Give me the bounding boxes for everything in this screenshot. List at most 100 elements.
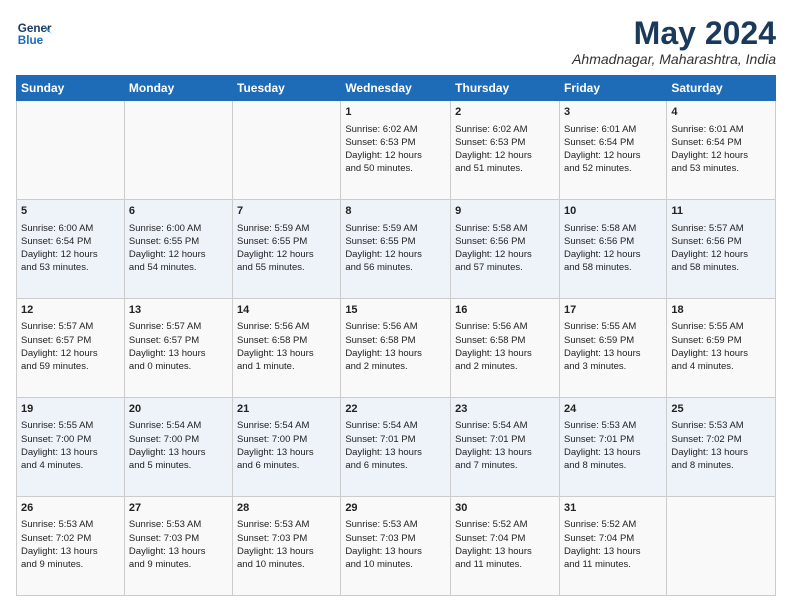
- cell-info: Sunrise: 5:59 AM: [237, 223, 309, 234]
- cell-info: Sunset: 6:55 PM: [237, 236, 307, 247]
- calendar-cell: 4Sunrise: 6:01 AMSunset: 6:54 PMDaylight…: [667, 101, 776, 200]
- calendar-cell: 5Sunrise: 6:00 AMSunset: 6:54 PMDaylight…: [17, 200, 125, 299]
- cell-info: Sunset: 6:54 PM: [564, 137, 634, 148]
- cell-info: Sunset: 6:56 PM: [455, 236, 525, 247]
- day-number: 21: [237, 402, 336, 417]
- cell-info: and 50 minutes.: [345, 163, 413, 174]
- cell-info: Sunrise: 6:01 AM: [671, 124, 743, 135]
- location: Ahmadnagar, Maharashtra, India: [572, 51, 776, 67]
- cell-info: Daylight: 13 hours: [564, 348, 641, 359]
- cell-info: Daylight: 13 hours: [345, 546, 422, 557]
- calendar-week-row: 12Sunrise: 5:57 AMSunset: 6:57 PMDayligh…: [17, 299, 776, 398]
- header: General Blue May 2024 Ahmadnagar, Mahara…: [16, 16, 776, 67]
- logo-icon: General Blue: [16, 16, 52, 52]
- day-number: 28: [237, 501, 336, 516]
- calendar-cell: 7 Sunrise: 5:59 AM Sunset: 6:55 PM Daylight…: [233, 200, 341, 299]
- cell-info: and 51 minutes.: [455, 163, 523, 174]
- calendar-cell: 17Sunrise: 5:55 AMSunset: 6:59 PMDayligh…: [559, 299, 666, 398]
- calendar-cell: [667, 497, 776, 596]
- calendar-cell: 12Sunrise: 5:57 AMSunset: 6:57 PMDayligh…: [17, 299, 125, 398]
- cell-info: Sunrise: 5:55 AM: [564, 321, 636, 332]
- cell-info: Daylight: 13 hours: [671, 447, 748, 458]
- calendar-cell: 20Sunrise: 5:54 AMSunset: 7:00 PMDayligh…: [124, 398, 232, 497]
- cell-info: and 4 minutes.: [671, 361, 733, 372]
- cell-info: Sunrise: 5:55 AM: [671, 321, 743, 332]
- cell-info: Daylight: 12 hours: [455, 150, 532, 161]
- cell-info: Daylight: 13 hours: [345, 348, 422, 359]
- cell-info: Sunrise: 5:57 AM: [671, 223, 743, 234]
- calendar-cell: 21 Sunrise: 5:54 AM Sunset: 7:00 PM Dayligh…: [233, 398, 341, 497]
- cell-info: Sunrise: 6:01 AM: [564, 124, 636, 135]
- cell-info: Daylight: 13 hours: [564, 447, 641, 458]
- cell-info: and 10 minutes.: [237, 559, 305, 570]
- cell-info: Daylight: 13 hours: [129, 348, 206, 359]
- calendar-cell: 31Sunrise: 5:52 AMSunset: 7:04 PMDayligh…: [559, 497, 666, 596]
- cell-info: Daylight: 12 hours: [21, 348, 98, 359]
- cell-info: Sunrise: 5:54 AM: [237, 420, 309, 431]
- day-number: 14: [237, 303, 336, 318]
- calendar-cell: 22Sunrise: 5:54 AMSunset: 7:01 PMDayligh…: [341, 398, 451, 497]
- day-number: 11: [671, 204, 771, 219]
- cell-info: Sunset: 7:00 PM: [21, 434, 91, 445]
- day-number: 2: [455, 105, 555, 120]
- cell-info: and 4 minutes.: [21, 460, 83, 471]
- dow-header: Thursday: [451, 76, 560, 101]
- cell-info: Daylight: 12 hours: [564, 150, 641, 161]
- cell-info: Sunset: 6:54 PM: [21, 236, 91, 247]
- calendar-cell: [233, 101, 341, 200]
- cell-info: and 55 minutes.: [237, 262, 305, 273]
- calendar-cell: 2Sunrise: 6:02 AMSunset: 6:53 PMDaylight…: [451, 101, 560, 200]
- title-block: May 2024 Ahmadnagar, Maharashtra, India: [572, 16, 776, 67]
- cell-info: Sunrise: 5:56 AM: [237, 321, 309, 332]
- cell-info: Daylight: 13 hours: [671, 348, 748, 359]
- calendar-cell: 23Sunrise: 5:54 AMSunset: 7:01 PMDayligh…: [451, 398, 560, 497]
- day-number: 3: [564, 105, 662, 120]
- calendar-cell: 18Sunrise: 5:55 AMSunset: 6:59 PMDayligh…: [667, 299, 776, 398]
- day-number: 19: [21, 402, 120, 417]
- cell-info: and 11 minutes.: [564, 559, 631, 570]
- cell-info: Daylight: 13 hours: [345, 447, 422, 458]
- calendar-cell: 11Sunrise: 5:57 AMSunset: 6:56 PMDayligh…: [667, 200, 776, 299]
- day-number: 27: [129, 501, 228, 516]
- day-number: 13: [129, 303, 228, 318]
- cell-info: Sunset: 6:53 PM: [345, 137, 415, 148]
- cell-info: Daylight: 13 hours: [129, 546, 206, 557]
- day-number: 10: [564, 204, 662, 219]
- day-number: 15: [345, 303, 446, 318]
- cell-info: and 54 minutes.: [129, 262, 197, 273]
- cell-info: Sunrise: 5:57 AM: [21, 321, 93, 332]
- day-number: 1: [345, 105, 446, 120]
- day-number: 31: [564, 501, 662, 516]
- cell-info: Sunrise: 5:56 AM: [345, 321, 417, 332]
- cell-info: Sunset: 7:03 PM: [237, 533, 307, 544]
- cell-info: Sunrise: 6:00 AM: [21, 223, 93, 234]
- calendar-cell: [17, 101, 125, 200]
- dow-header: Tuesday: [233, 76, 341, 101]
- day-number: 22: [345, 402, 446, 417]
- day-number: 7: [237, 204, 336, 219]
- cell-info: Sunrise: 5:54 AM: [345, 420, 417, 431]
- days-of-week-row: SundayMondayTuesdayWednesdayThursdayFrid…: [17, 76, 776, 101]
- cell-info: Sunrise: 5:54 AM: [455, 420, 527, 431]
- day-number: 23: [455, 402, 555, 417]
- cell-info: Sunset: 6:58 PM: [345, 335, 415, 346]
- svg-text:Blue: Blue: [18, 34, 44, 47]
- calendar-cell: 9Sunrise: 5:58 AMSunset: 6:56 PMDaylight…: [451, 200, 560, 299]
- cell-info: Daylight: 12 hours: [237, 249, 314, 260]
- cell-info: and 52 minutes.: [564, 163, 632, 174]
- cell-info: and 10 minutes.: [345, 559, 413, 570]
- cell-info: Sunset: 7:02 PM: [671, 434, 741, 445]
- cell-info: Sunset: 7:00 PM: [237, 434, 307, 445]
- cell-info: and 8 minutes.: [564, 460, 626, 471]
- cell-info: and 9 minutes.: [21, 559, 83, 570]
- cell-info: and 2 minutes.: [345, 361, 407, 372]
- cell-info: Sunrise: 5:53 AM: [237, 519, 309, 530]
- cell-info: Sunset: 7:04 PM: [564, 533, 634, 544]
- cell-info: Sunrise: 5:53 AM: [21, 519, 93, 530]
- calendar-week-row: 19Sunrise: 5:55 AMSunset: 7:00 PMDayligh…: [17, 398, 776, 497]
- day-number: 20: [129, 402, 228, 417]
- calendar-body: 1Sunrise: 6:02 AMSunset: 6:53 PMDaylight…: [17, 101, 776, 596]
- cell-info: Daylight: 13 hours: [237, 447, 314, 458]
- day-number: 8: [345, 204, 446, 219]
- cell-info: Sunset: 6:59 PM: [564, 335, 634, 346]
